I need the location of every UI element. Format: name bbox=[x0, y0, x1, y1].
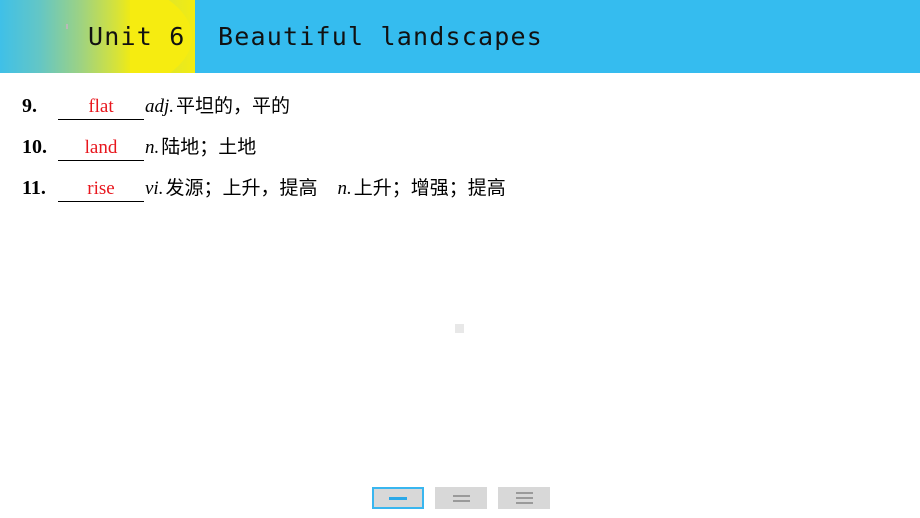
single-line-view-button[interactable] bbox=[372, 487, 424, 509]
line-glyph-icon bbox=[515, 497, 533, 499]
list-item-number: 9. bbox=[22, 95, 37, 117]
center-placeholder-mark bbox=[455, 324, 464, 333]
list-item: 9. flat adj. 平坦的，平的 bbox=[22, 91, 892, 132]
line-glyph-icon bbox=[452, 499, 470, 502]
view-mode-toolbar bbox=[372, 487, 550, 509]
definition-text: 平坦的，平的 bbox=[176, 96, 291, 117]
page-title: Unit 6 Beautiful landscapes bbox=[88, 22, 544, 51]
two-line-view-button[interactable] bbox=[435, 487, 487, 509]
part-of-speech: adj. bbox=[145, 96, 175, 117]
slide-content-area: 9. flat adj. 平坦的，平的 10. land n. 陆地；土地 11… bbox=[0, 73, 920, 518]
list-item: 10. land n. 陆地；土地 bbox=[22, 132, 892, 173]
answer-blank[interactable]: flat bbox=[58, 96, 144, 120]
vocabulary-list: 9. flat adj. 平坦的，平的 10. land n. 陆地；土地 11… bbox=[22, 91, 892, 214]
line-glyph-icon bbox=[515, 502, 533, 504]
part-of-speech-secondary: n. bbox=[337, 178, 352, 199]
definition-text: 陆地；土地 bbox=[161, 137, 257, 158]
part-of-speech: n. bbox=[145, 137, 160, 158]
part-of-speech: vi. bbox=[145, 178, 164, 199]
line-glyph-icon bbox=[389, 496, 407, 500]
list-item-number: 10. bbox=[22, 136, 47, 158]
line-glyph-icon bbox=[515, 492, 533, 494]
list-item: 11. rise vi. 发源；上升，提高 n. 上升；增强；提高 bbox=[22, 173, 892, 214]
answer-blank[interactable]: land bbox=[58, 137, 144, 161]
line-glyph-icon bbox=[452, 494, 470, 497]
definition-text-secondary: 上升；增强；提高 bbox=[353, 178, 506, 199]
definition-text: 发源；上升，提高 bbox=[165, 178, 318, 199]
page-header-banner: Unit 6 Beautiful landscapes bbox=[0, 0, 920, 73]
three-line-view-button[interactable] bbox=[498, 487, 550, 509]
answer-blank[interactable]: rise bbox=[58, 178, 144, 202]
header-speck-artifact bbox=[66, 24, 68, 29]
list-item-number: 11. bbox=[22, 177, 46, 199]
